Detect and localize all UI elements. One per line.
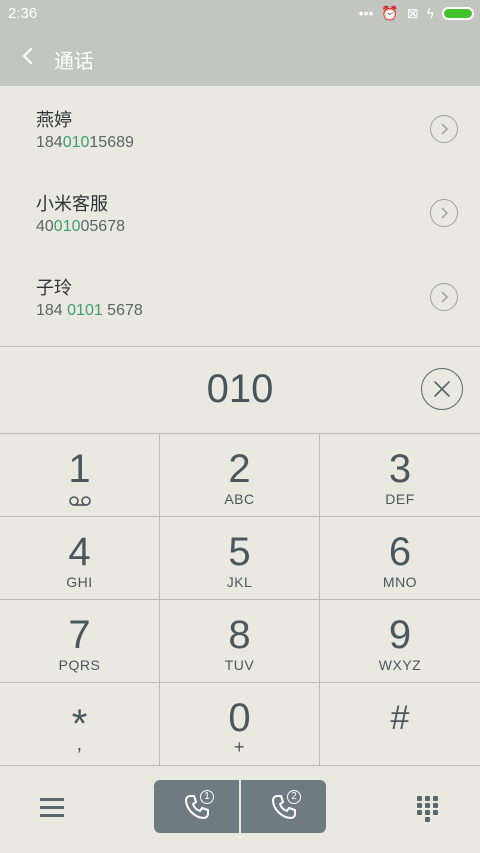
dial-keypad: 1 2 ABC 3 DEF 4 GHI 5 JKL 6 MNO 7 PQRS 8…: [0, 434, 480, 766]
key-digit: 9: [388, 613, 412, 657]
contact-item[interactable]: 小米客服 4001005678: [0, 170, 480, 254]
number-match-highlight: 0101: [67, 302, 103, 319]
dial-input-bar: 010: [0, 346, 480, 434]
key-letters: +: [233, 737, 245, 757]
number-match-highlight: 010: [53, 218, 81, 235]
key-letters: MNO: [382, 574, 418, 590]
key-8[interactable]: 8 TUV: [160, 600, 320, 683]
key-4[interactable]: 4 GHI: [0, 517, 160, 600]
key-6[interactable]: 6 MNO: [320, 517, 480, 600]
call-sim1-button[interactable]: 1: [154, 780, 239, 833]
key-letters: ABC: [224, 491, 255, 507]
key-digit: 2: [228, 447, 251, 491]
key-5[interactable]: 5 JKL: [160, 517, 320, 600]
contact-detail-button[interactable]: [430, 199, 458, 227]
key-3[interactable]: 3 DEF: [320, 434, 480, 517]
contact-item[interactable]: 燕婷 18401015689: [0, 86, 480, 170]
back-button[interactable]: [18, 42, 42, 70]
page-title: 通话: [54, 51, 94, 73]
more-dots-icon: •••: [358, 5, 374, 21]
status-icons: ••• ⏰ ⊠ ϟ: [359, 4, 474, 22]
title-bar: 通话: [0, 28, 480, 86]
delete-button[interactable]: [421, 368, 463, 410]
key-letters: GHI: [66, 574, 93, 590]
key-digit: 4: [68, 530, 91, 574]
close-icon: [434, 381, 450, 397]
status-bar: 2:36 ••• ⏰ ⊠ ϟ: [0, 0, 480, 28]
chevron-left-icon: [22, 47, 33, 65]
key-letters: PQRS: [58, 657, 101, 673]
voicemail-icon: [69, 496, 91, 506]
key-2[interactable]: 2 ABC: [160, 434, 320, 517]
contact-number: 4001005678: [36, 218, 125, 235]
status-time: 2:36: [8, 5, 38, 22]
key-hash[interactable]: #: [320, 683, 480, 766]
sim-badge: 1: [200, 790, 214, 804]
key-digit: 0: [228, 696, 251, 740]
chevron-right-icon: [441, 123, 449, 135]
key-7[interactable]: 7 PQRS: [0, 600, 160, 683]
chevron-right-icon: [441, 207, 449, 219]
sim-badge: 2: [287, 790, 301, 804]
key-digit: 1: [68, 447, 91, 491]
contact-name: 子玲: [36, 278, 72, 298]
contact-detail-button[interactable]: [430, 283, 458, 311]
key-letters: ,: [76, 733, 83, 755]
key-digit: 3: [388, 447, 412, 491]
contact-detail-button[interactable]: [430, 115, 458, 143]
key-digit: 7: [68, 613, 91, 657]
number-match-highlight: 010: [62, 134, 90, 151]
key-digit: 5: [228, 530, 251, 574]
key-0[interactable]: 0 +: [160, 683, 320, 766]
contact-number: 184 0101 5678: [36, 302, 143, 319]
chevron-right-icon: [441, 291, 449, 303]
charging-icon: ϟ: [426, 5, 434, 21]
menu-button[interactable]: [40, 798, 64, 818]
contact-name: 燕婷: [36, 110, 72, 130]
contact-number: 18401015689: [36, 134, 134, 151]
contact-name: 小米客服: [36, 194, 108, 214]
key-digit: 8: [228, 613, 251, 657]
key-letters: WXYZ: [378, 657, 422, 673]
key-star[interactable]: * ,: [0, 683, 160, 766]
dialpad-toggle-button[interactable]: [417, 796, 439, 822]
key-letters: TUV: [224, 657, 255, 673]
alarm-icon: ⏰: [381, 5, 399, 21]
contact-item[interactable]: 子玲 184 0101 5678: [0, 254, 480, 338]
key-1[interactable]: 1: [0, 434, 160, 517]
key-letters: JKL: [226, 574, 253, 590]
contact-suggestions: 燕婷 18401015689 小米客服 4001005678 子玲 184 01…: [0, 86, 480, 346]
sim-off-icon: ⊠: [406, 5, 419, 21]
key-digit: 6: [388, 530, 412, 574]
key-9[interactable]: 9 WXYZ: [320, 600, 480, 683]
bottom-action-bar: 1 2: [0, 766, 480, 853]
key-digit: #: [390, 699, 410, 737]
dialed-number[interactable]: 010: [0, 367, 480, 412]
battery-icon: [442, 6, 474, 20]
key-letters: DEF: [385, 491, 415, 507]
call-sim2-button[interactable]: 2: [241, 780, 326, 833]
